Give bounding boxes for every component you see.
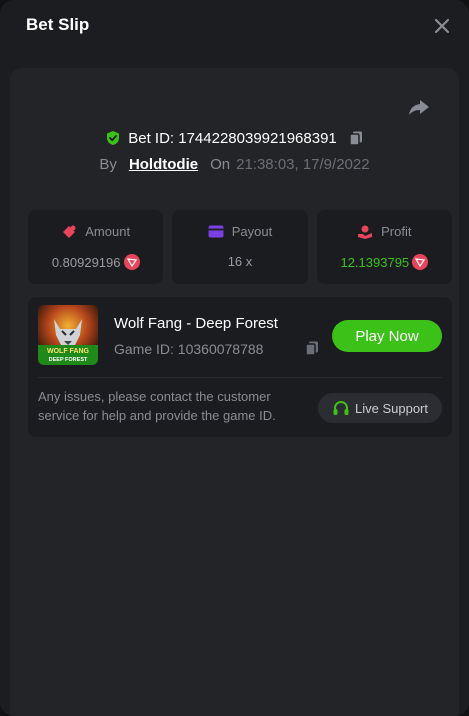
amount-icon [63,225,76,238]
copy-icon [349,131,362,146]
profit-value: 12.1393795 [340,254,410,270]
wolf-fang-artwork: WOLF FANG DEEP FOREST [38,305,98,365]
play-now-button[interactable]: Play Now [332,320,442,352]
on-label: On [210,155,231,173]
game-id: Game ID: 10360078788 [114,341,264,357]
trx-coin-icon [412,254,429,270]
shield-check-icon [107,131,120,145]
bet-slip-content: Bet ID: 1744228039921968391 By Holdtodie… [10,68,459,716]
share-button[interactable] [407,95,431,119]
game-card: WOLF FANG DEEP FOREST Wolf Fang - Deep F… [28,297,452,437]
live-support-label: Live Support [355,400,428,416]
modal-header: Bet Slip [0,0,469,52]
game-name: Wolf Fang - Deep Forest [114,315,278,332]
bet-stats: Amount 0.80929196 Payout 16 x Profit 12.… [28,210,452,284]
profit-label: Profit [381,224,412,239]
support-notice: Any issues, please contact the customer … [38,389,276,423]
payout-value: 16 x [227,254,253,269]
amount-label: Amount [85,224,131,239]
modal-title: Bet Slip [26,15,90,34]
bet-datetime: 21:38:03, 17/9/2022 [236,155,370,173]
bet-slip-modal: Bet Slip Bet ID: 1744228039921968391 By … [0,0,469,716]
copy-game-id-button[interactable] [304,340,320,356]
payout-card-icon [208,225,224,238]
divider [38,377,442,378]
username-link[interactable]: Holdtodie [129,156,198,173]
by-label: By [99,155,117,173]
bet-id-row: Bet ID: 1744228039921968391 [10,127,459,149]
game-thumbnail[interactable]: WOLF FANG DEEP FOREST [38,305,98,365]
profit-icon [358,225,373,239]
amount-stat: Amount 0.80929196 [28,210,164,284]
payout-label: Payout [231,224,273,239]
close-icon [434,18,450,34]
copy-icon [305,341,318,356]
payout-stat: Payout 16 x [172,210,308,284]
close-button[interactable] [429,13,455,39]
profit-stat: Profit 12.1393795 [316,210,452,284]
amount-value: 0.80929196 [51,254,121,270]
live-support-button[interactable]: Live Support [318,393,442,423]
bet-id: Bet ID: 1744228039921968391 [128,129,337,147]
copy-bet-id-button[interactable] [348,130,364,146]
thumb-subtitle: DEEP FOREST [49,357,88,363]
trx-coin-icon [123,254,140,270]
bet-meta-row: By Holdtodie On 21:38:03, 17/9/2022 [10,153,459,175]
headset-icon [333,400,349,415]
share-icon [409,100,429,115]
thumb-title: WOLF FANG [47,348,90,355]
